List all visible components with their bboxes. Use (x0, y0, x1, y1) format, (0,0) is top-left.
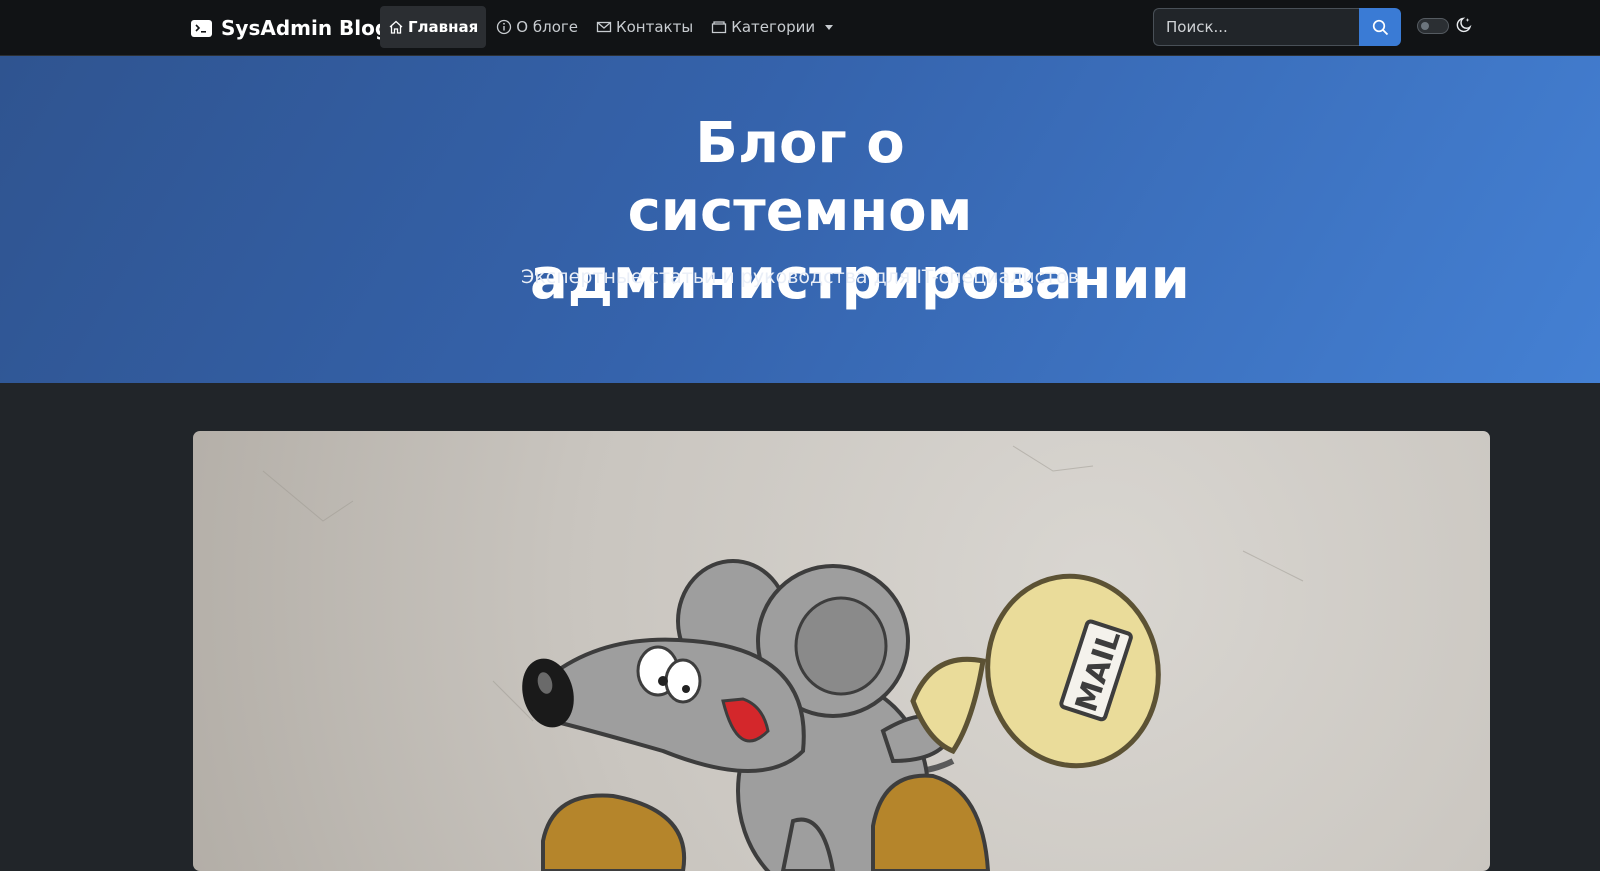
house-icon (389, 20, 403, 34)
brand-name: SysAdmin Blog (221, 16, 390, 40)
envelope-icon (596, 21, 612, 33)
main-nav: Главная О блоге Контакты Категории (380, 6, 841, 48)
nav-item-label: Контакты (615, 18, 694, 36)
terminal-icon (191, 19, 212, 37)
brand-link[interactable]: SysAdmin Blog (191, 15, 389, 41)
folder-icon (712, 21, 727, 34)
featured-post-image[interactable]: MAIL (193, 431, 1490, 871)
nav-item-label: Главная (408, 18, 479, 36)
search-button[interactable] (1359, 8, 1401, 46)
search-input[interactable] (1153, 8, 1359, 46)
nav-item-about[interactable]: О блоге (488, 6, 586, 48)
theme-toggle[interactable] (1417, 18, 1449, 34)
featured-post-card[interactable]: MAIL (193, 431, 1490, 871)
chevron-down-icon (825, 24, 834, 30)
search-form (1153, 8, 1401, 46)
nav-item-label: О блоге (516, 18, 578, 36)
info-circle-icon (497, 19, 512, 35)
top-navbar: SysAdmin Blog Главная О блоге Контакты К… (0, 0, 1600, 56)
hero-subtitle: Экспертные статьи и руководства для IT-с… (521, 266, 1079, 288)
nav-item-contacts[interactable]: Контакты (588, 6, 701, 48)
nav-item-categories[interactable]: Категории (703, 6, 841, 48)
nav-item-label: Категории (731, 18, 816, 36)
toggle-knob (1421, 22, 1429, 30)
search-icon (1372, 19, 1388, 35)
nav-item-home[interactable]: Главная (380, 6, 487, 48)
moon-stars-icon (1456, 17, 1472, 33)
hero-banner: Блог о системном администрировании Экспе… (0, 56, 1600, 383)
